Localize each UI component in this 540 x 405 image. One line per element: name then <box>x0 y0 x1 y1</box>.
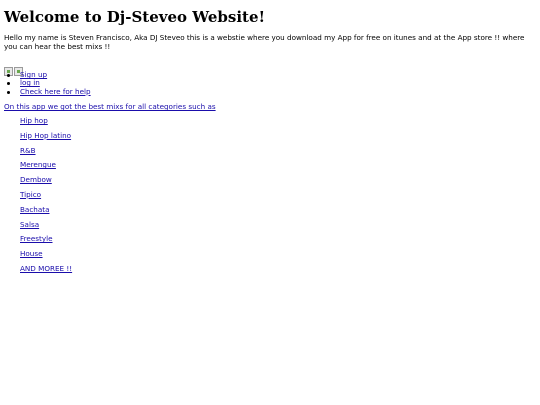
category-item: Merengue <box>20 160 72 175</box>
category-link[interactable]: Hip Hop latino <box>20 131 71 140</box>
category-link[interactable]: Dembow <box>20 175 52 184</box>
category-item: Bachata <box>20 205 72 220</box>
categories-list: Hip hop Hip Hop latino R&B Merengue Demb… <box>20 116 72 279</box>
categories-intro-link[interactable]: On this app we got the best mixs for all… <box>4 102 216 111</box>
category-item: Freestyle <box>20 234 72 249</box>
category-item: R&B <box>20 146 72 161</box>
auth-links-list: Sign up log in Check here for help <box>7 70 91 96</box>
list-item: Check here for help <box>7 87 91 96</box>
category-link[interactable]: Tipico <box>20 190 41 199</box>
category-item: AND MOREE !! <box>20 264 72 279</box>
page-title: Welcome to Dj-Steveo Website! <box>4 8 266 26</box>
category-item: House <box>20 249 72 264</box>
help-link[interactable]: Check here for help <box>20 87 91 96</box>
category-item: Salsa <box>20 220 72 235</box>
category-item: Dembow <box>20 175 72 190</box>
category-link[interactable]: R&B <box>20 146 36 155</box>
category-link[interactable]: AND MOREE !! <box>20 264 72 273</box>
category-link[interactable]: Hip hop <box>20 116 48 125</box>
category-link[interactable]: Bachata <box>20 205 49 214</box>
category-item: Tipico <box>20 190 72 205</box>
category-link[interactable]: Salsa <box>20 220 39 229</box>
category-link[interactable]: House <box>20 249 43 258</box>
category-link[interactable]: Freestyle <box>20 234 53 243</box>
page: Welcome to Dj-Steveo Website! Hello my n… <box>0 0 540 405</box>
category-link[interactable]: Merengue <box>20 160 56 169</box>
image-row <box>4 57 24 76</box>
category-item: Hip hop <box>20 116 72 131</box>
intro-paragraph: Hello my name is Steven Francisco, Aka D… <box>4 33 525 51</box>
category-item: Hip Hop latino <box>20 131 72 146</box>
